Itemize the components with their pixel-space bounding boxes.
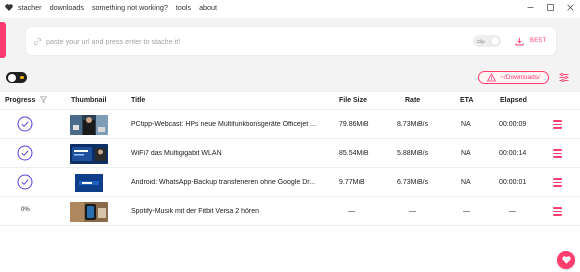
header-elapsed[interactable]: Elapsed (500, 97, 527, 104)
accent-strip (0, 22, 6, 58)
video-thumbnail[interactable] (70, 173, 108, 193)
warning-icon (487, 73, 497, 82)
maximize-icon (546, 3, 554, 11)
menu-item-tools[interactable]: tools (176, 3, 191, 12)
menu-item-something-not-working[interactable]: something not working? (92, 3, 168, 12)
maximize-button[interactable] (540, 0, 560, 14)
minimize-button[interactable] (520, 0, 540, 14)
controls-bar: ~/Downloads/ (0, 64, 580, 92)
download-icon (514, 36, 524, 46)
clipboard-toggle-label: Clip (477, 38, 485, 44)
url-input[interactable]: paste your url and press enter to stache… (26, 27, 556, 55)
filter-icon[interactable] (39, 96, 48, 105)
video-thumbnail[interactable] (70, 115, 108, 135)
download-dir-label: ~/Downloads/ (500, 74, 540, 81)
row-eta: NA (461, 121, 471, 128)
close-button[interactable] (560, 0, 580, 14)
video-thumbnail[interactable] (70, 144, 108, 164)
menu-item-stacher[interactable]: stacher (18, 3, 42, 12)
link-icon (31, 37, 43, 45)
heart-icon (561, 256, 571, 264)
table-row[interactable]: 0% Spotify-Musik mit der Fitbit Versa 2 … (0, 198, 580, 226)
row-menu-button[interactable] (553, 207, 562, 216)
download-dir-button[interactable]: ~/Downloads/ (478, 71, 549, 84)
row-eta: NA (461, 150, 471, 157)
url-placeholder: paste your url and press enter to stache… (46, 36, 181, 46)
header-thumbnail[interactable]: Thumbnail (71, 97, 106, 104)
row-progress: 0% (21, 207, 30, 213)
settings-button[interactable] (559, 72, 569, 82)
row-rate: 5.88MiB/s (397, 150, 429, 157)
header-progress[interactable]: Progress (5, 97, 35, 104)
table-row[interactable]: Android: WhatsApp-Backup transferieren o… (0, 169, 580, 197)
menu-item-about[interactable]: about (199, 3, 217, 12)
row-title: WiFi7 das Multigigabit WLAN (131, 150, 222, 157)
clipboard-toggle-knob (491, 37, 499, 45)
header-title[interactable]: Title (131, 97, 145, 104)
row-elapsed: — (509, 208, 516, 215)
toggle-knob (7, 73, 16, 82)
menu-bar: stacher downloads something not working?… (0, 0, 580, 14)
close-icon (566, 3, 574, 11)
row-elapsed: 00:00:09 (499, 121, 527, 128)
video-thumbnail[interactable] (70, 202, 108, 222)
row-menu-button[interactable] (553, 178, 562, 187)
row-eta: — (463, 208, 470, 215)
table-row[interactable]: PCtipp-Webcast: HPs neue Multifunktionsg… (0, 111, 580, 139)
check-circle-icon (17, 145, 33, 161)
header-eta[interactable]: ETA (460, 97, 473, 104)
row-file-size: 9.77MiB (339, 179, 365, 186)
toggle-indicator (20, 76, 24, 79)
header-rate[interactable]: Rate (405, 97, 420, 104)
menu-item-downloads[interactable]: downloads (50, 3, 84, 12)
row-title: PCtipp-Webcast: HPs neue Multifunktionsg… (131, 121, 316, 128)
row-menu-button[interactable] (553, 120, 562, 129)
row-rate: 8.73MiB/s (397, 121, 429, 128)
quality-selector[interactable]: BEST (514, 35, 546, 47)
url-section: paste your url and press enter to stache… (0, 18, 580, 64)
table-row[interactable]: WiFi7 das Multigigabit WLAN 85.54MiB 5.8… (0, 140, 580, 168)
check-circle-icon (17, 116, 33, 132)
clipboard-toggle[interactable]: Clip (473, 35, 501, 47)
header-file-size[interactable]: File Size (339, 97, 367, 104)
sliders-icon (559, 72, 569, 82)
quality-label: BEST (530, 38, 547, 44)
row-elapsed: 00:00:01 (499, 179, 527, 186)
minimize-icon (527, 6, 533, 8)
dark-mode-toggle[interactable] (6, 72, 27, 83)
check-circle-icon (17, 174, 33, 190)
support-button[interactable] (557, 251, 575, 269)
heart-icon[interactable] (5, 3, 13, 11)
row-title: Spotify-Musik mit der Fitbit Versa 2 hör… (131, 208, 259, 215)
row-elapsed: 00:00:14 (499, 150, 527, 157)
row-file-size: — (348, 208, 355, 215)
row-file-size: 85.54MiB (339, 150, 369, 157)
row-rate: 6.73MiB/s (397, 179, 429, 186)
row-rate: — (409, 208, 416, 215)
table-header: Progress Thumbnail Title File Size Rate … (0, 92, 580, 110)
row-title: Android: WhatsApp-Backup transferieren o… (131, 179, 316, 186)
row-eta: NA (461, 179, 471, 186)
row-file-size: 79.86MiB (339, 121, 369, 128)
row-menu-button[interactable] (553, 149, 562, 158)
